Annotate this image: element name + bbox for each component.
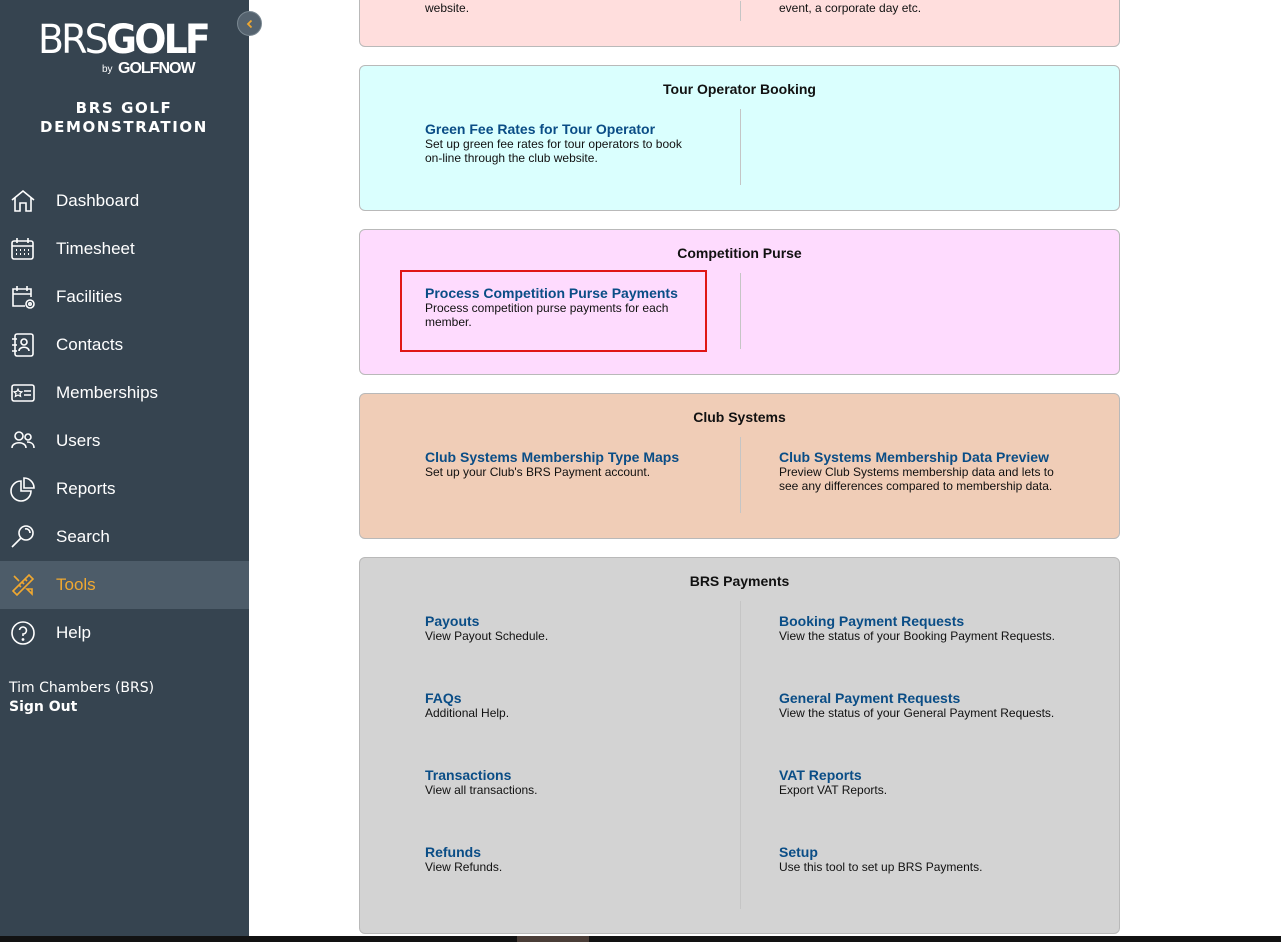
payouts-link[interactable]: Payouts — [425, 613, 725, 629]
help-icon — [10, 620, 36, 646]
calendar-settings-icon — [10, 284, 36, 310]
tool-vat-reports: VAT Reports Export VAT Reports. — [779, 767, 1079, 797]
tool-desc: website. — [425, 1, 470, 15]
users-icon — [10, 428, 36, 454]
brs-payments-card: BRS Payments Payouts View Payout Schedul… — [359, 557, 1120, 934]
card-divider — [740, 273, 741, 349]
tool-refunds: Refunds View Refunds. — [425, 844, 725, 874]
nav-label-facilities: Facilities — [56, 287, 123, 306]
tool-membership-data-preview: Club Systems Membership Data Preview Pre… — [779, 449, 1069, 493]
card-divider — [740, 109, 741, 185]
tool-desc: View the status of your General Payment … — [779, 706, 1055, 720]
bottom-bar — [0, 936, 1281, 942]
membership-card-icon — [10, 380, 36, 406]
nav-label-memberships: Memberships — [56, 383, 159, 402]
card-divider — [740, 437, 741, 513]
nav-item-contacts[interactable]: Contacts — [0, 321, 249, 369]
club-name: BRS GOLF DEMONSTRATION — [0, 99, 248, 137]
tool-booking-payment-requests: Booking Payment Requests View the status… — [779, 613, 1079, 643]
card-divider — [740, 601, 741, 909]
nav-label-search: Search — [56, 527, 110, 546]
nav-label-users: Users — [56, 431, 101, 450]
tool-desc: Use this tool to set up BRS Payments. — [779, 860, 983, 874]
nav-item-dashboard[interactable]: Dashboard — [0, 177, 249, 225]
card-title: BRS Payments — [689, 573, 790, 589]
membership-data-preview-link[interactable]: Club Systems Membership Data Preview — [779, 449, 1069, 465]
tool-desc: View all transactions. — [425, 783, 538, 797]
faqs-link[interactable]: FAQs — [425, 690, 725, 706]
brs-golf-logo-image: BRSGOLF by GOLFNOW — [38, 17, 211, 77]
tool-transactions: Transactions View all transactions. — [425, 767, 725, 797]
tool-general-payment-requests: General Payment Requests View the status… — [779, 690, 1079, 720]
nav-label-contacts: Contacts — [56, 335, 124, 354]
tool-desc: View Refunds. — [425, 860, 503, 874]
tool-desc: event, a corporate day etc. — [779, 1, 922, 15]
nav-label-dashboard: Dashboard — [56, 191, 140, 210]
tool-payouts: Payouts View Payout Schedule. — [425, 613, 725, 643]
nav-item-search[interactable]: Search — [0, 513, 249, 561]
sidebar-nav: Dashboard Timesheet Facilities Contacts … — [0, 177, 249, 657]
club-systems-card: Club Systems Club Systems Membership Typ… — [359, 393, 1120, 539]
nav-item-reports[interactable]: Reports — [0, 465, 249, 513]
general-payment-requests-link[interactable]: General Payment Requests — [779, 690, 1079, 706]
club-name-line2: DEMONSTRATION — [40, 118, 208, 136]
nav-label-reports: Reports — [56, 479, 116, 498]
nav-label-timesheet: Timesheet — [56, 239, 135, 258]
tool-setup: Setup Use this tool to set up BRS Paymen… — [779, 844, 1079, 874]
transactions-link[interactable]: Transactions — [425, 767, 725, 783]
tool-desc: View Payout Schedule. — [425, 629, 549, 643]
svg-text:BRSGOLF: BRSGOLF — [38, 17, 208, 63]
tour-operator-card: Tour Operator Booking Green Fee Rates fo… — [359, 65, 1120, 211]
brs-golf-logo[interactable]: BRSGOLF by GOLFNOW — [38, 16, 211, 78]
tool-desc: Export VAT Reports. — [779, 783, 888, 797]
tool-desc: Additional Help. — [425, 706, 510, 720]
tool-desc: Set up green fee rates for tour operator… — [425, 137, 682, 165]
membership-type-maps-link[interactable]: Club Systems Membership Type Maps — [425, 449, 725, 465]
card-title: Competition Purse — [677, 245, 802, 261]
card-title: Club Systems — [693, 409, 786, 425]
svg-text:by: by — [102, 64, 113, 75]
calendar-icon — [10, 236, 36, 262]
pie-chart-icon — [10, 476, 36, 502]
tool-green-fee-rates: Green Fee Rates for Tour Operator Set up… — [425, 121, 695, 165]
nav-item-facilities[interactable]: Facilities — [0, 273, 249, 321]
svg-text:GOLFNOW: GOLFNOW — [118, 60, 196, 77]
refunds-link[interactable]: Refunds — [425, 844, 725, 860]
booking-payment-requests-link[interactable]: Booking Payment Requests — [779, 613, 1079, 629]
tool-desc: Preview Club Systems membership data and… — [779, 465, 1054, 493]
nav-item-memberships[interactable]: Memberships — [0, 369, 249, 417]
event-booking-card: website. event, a corporate day etc. — [359, 0, 1120, 47]
tool-desc: View the status of your Booking Payment … — [779, 629, 1055, 643]
tool-desc: Set up your Club's BRS Payment account. — [425, 465, 651, 479]
club-name-line1: BRS GOLF — [75, 99, 173, 117]
bottom-bar-segment — [517, 936, 589, 942]
card-divider — [740, 1, 741, 21]
home-icon — [10, 188, 36, 214]
tools-icon — [10, 572, 36, 598]
nav-item-users[interactable]: Users — [0, 417, 249, 465]
tool-faqs: FAQs Additional Help. — [425, 690, 725, 720]
setup-link[interactable]: Setup — [779, 844, 1079, 860]
user-name: Tim Chambers (BRS) — [9, 680, 155, 696]
collapse-sidebar-button[interactable] — [237, 11, 262, 36]
vat-reports-link[interactable]: VAT Reports — [779, 767, 1079, 783]
green-fee-rates-link[interactable]: Green Fee Rates for Tour Operator — [425, 121, 695, 137]
nav-label-tools: Tools — [56, 575, 96, 594]
search-icon — [10, 524, 36, 550]
contacts-book-icon — [10, 332, 36, 358]
sign-out-link[interactable]: Sign Out — [9, 699, 77, 715]
card-title: Tour Operator Booking — [663, 81, 816, 97]
chevron-left-icon — [246, 19, 252, 28]
nav-item-tools[interactable]: Tools — [0, 561, 249, 609]
nav-item-help[interactable]: Help — [0, 609, 249, 657]
nav-item-timesheet[interactable]: Timesheet — [0, 225, 249, 273]
highlight-box — [400, 270, 707, 352]
nav-label-help: Help — [56, 623, 91, 642]
tool-membership-type-maps: Club Systems Membership Type Maps Set up… — [425, 449, 725, 479]
sidebar: BRSGOLF by GOLFNOW BRS GOLF DEMONSTRATIO… — [0, 0, 249, 942]
